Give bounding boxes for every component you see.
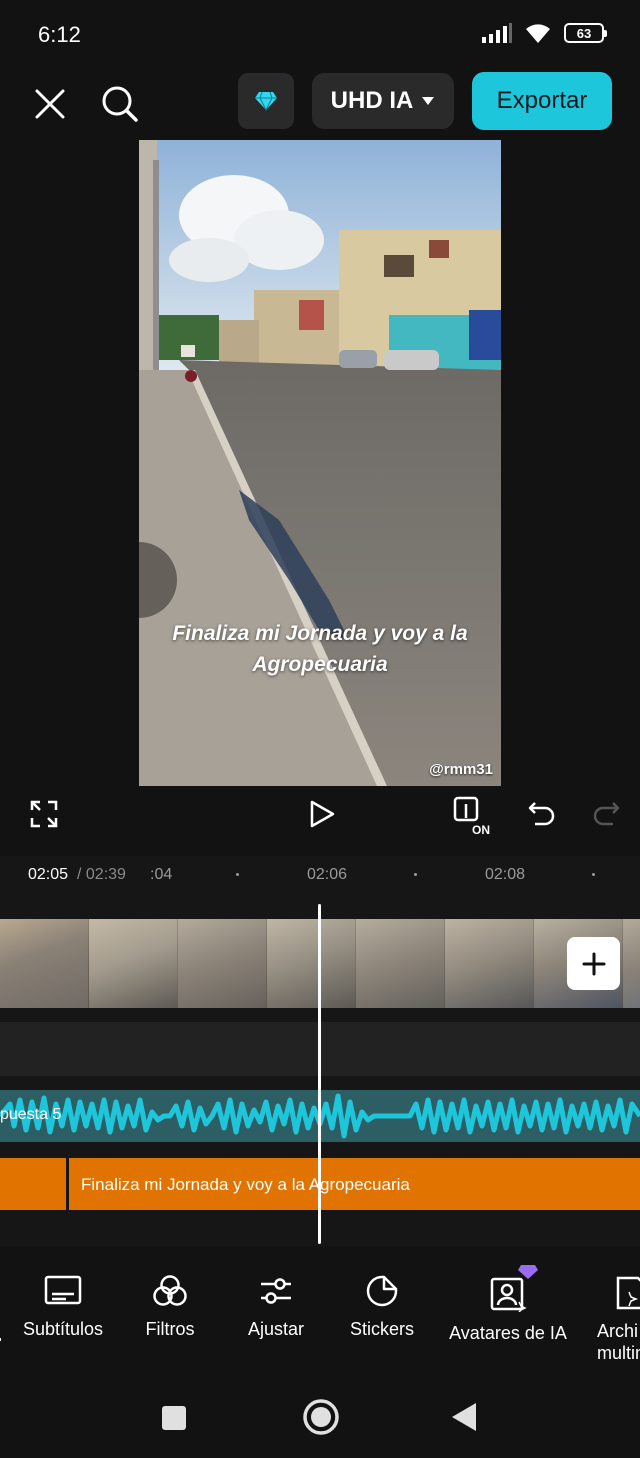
add-clip-button[interactable] [567, 937, 620, 990]
redo-icon [593, 802, 620, 826]
tool-label-line: Archi [597, 1321, 639, 1341]
tool-label: Subtítulos [22, 1319, 104, 1339]
tool-subtitles[interactable]: Subtítulos [18, 1274, 108, 1340]
total-time: / 02:39 [77, 866, 126, 883]
audio-clip-label: puesta 5 [0, 1106, 62, 1123]
tool-adjust[interactable]: Ajustar [240, 1274, 312, 1340]
current-time: 02:05 [28, 866, 69, 883]
clip-thumbnail [623, 919, 640, 1008]
quality-label: UHD IA [330, 87, 414, 114]
tool-filters[interactable]: Filtros [135, 1274, 205, 1340]
search-button[interactable] [98, 82, 142, 126]
watermark: @rmm31 [429, 761, 493, 778]
video-preview-area: Finaliza mi Jornada y voy a la Agropecua… [0, 140, 640, 786]
premium-badge-icon [518, 1265, 538, 1279]
street-scene-image [139, 140, 501, 786]
status-icons: 63 [482, 22, 607, 44]
tick-dot [592, 873, 595, 876]
system-nav-bar [0, 1372, 640, 1458]
time-ruler: 02:05 / 02:39 :04 02:06 02:08 [0, 856, 640, 894]
wifi-icon [526, 24, 550, 43]
recents-button[interactable] [158, 1402, 190, 1434]
status-time: 6:12 [38, 22, 81, 47]
clip-thumbnail [445, 919, 534, 1008]
play-button[interactable] [302, 794, 342, 834]
text-clip-label: Finaliza mi Jornada y voy a la Agropecua… [81, 1175, 410, 1194]
home-icon [303, 1399, 339, 1435]
text-clip[interactable] [0, 1158, 66, 1210]
fullscreen-button[interactable] [26, 796, 62, 832]
adjust-icon [261, 1278, 291, 1304]
recents-icon [162, 1406, 186, 1430]
filters-icon [153, 1275, 187, 1306]
tool-label: Filtros [145, 1319, 195, 1339]
tool-label: Stickers [349, 1319, 414, 1339]
svg-text:ON: ON [472, 823, 490, 836]
tool-ai-avatars[interactable]: Avatares de IA [443, 1265, 573, 1344]
quality-selector[interactable]: UHD IA [312, 73, 454, 129]
media-icon [616, 1276, 640, 1310]
export-button[interactable]: Exportar [472, 72, 612, 130]
video-caption: Finaliza mi Jornada y voy a la Agropecua… [172, 622, 468, 676]
tool-label: Archi multim [597, 1320, 640, 1364]
diamond-icon [255, 91, 277, 111]
clip-thumbnail [267, 919, 356, 1008]
playback-controls: ON [0, 786, 640, 856]
signal-icon [482, 23, 512, 43]
tool-label: Avatares de IA [449, 1323, 567, 1343]
time-tick: 02:06 [307, 866, 348, 883]
battery-level: 63 [576, 25, 592, 41]
time-tick: 02:08 [485, 866, 526, 883]
clip-thumbnail [356, 919, 445, 1008]
undo-icon [528, 802, 555, 826]
keyframe-toggle-button[interactable]: ON [450, 792, 494, 838]
battery-indicator: 63 [564, 23, 607, 43]
back-button[interactable] [448, 1400, 480, 1434]
text-clip[interactable]: Finaliza mi Jornada y voy a la Agropecua… [69, 1158, 640, 1210]
screen-on-icon: ON [453, 796, 490, 836]
plus-icon [582, 952, 605, 975]
tool-label-line: multim [597, 1343, 640, 1363]
play-icon [310, 800, 335, 828]
stickers-icon [366, 1275, 398, 1307]
tool-label: Ajustar [247, 1319, 305, 1339]
search-icon [102, 86, 138, 122]
time-tick: :04 [150, 866, 173, 883]
home-button[interactable] [300, 1396, 342, 1438]
close-icon [35, 89, 65, 119]
status-bar: 6:12 63 [0, 0, 640, 70]
back-icon [452, 1403, 476, 1431]
clip-thumbnail [0, 919, 89, 1008]
playhead[interactable] [318, 904, 321, 1244]
close-button[interactable] [28, 82, 72, 126]
caret-down-icon [422, 97, 435, 105]
editor-top-bar: UHD IA Exportar [0, 70, 640, 140]
partial-tool [0, 1274, 3, 1344]
tick-dot [414, 873, 417, 876]
tool-media[interactable]: Archi multim [596, 1274, 640, 1364]
clip-thumbnail [89, 919, 178, 1008]
fullscreen-icon [30, 800, 58, 828]
timeline[interactable]: 02:05 / 02:39 :04 02:06 02:08 puesta 5 F… [0, 856, 640, 1246]
redo-button[interactable] [588, 794, 624, 834]
tool-stickers[interactable]: Stickers [344, 1274, 420, 1340]
undo-button[interactable] [524, 794, 560, 834]
video-preview[interactable]: Finaliza mi Jornada y voy a la Agropecua… [139, 140, 501, 786]
bottom-toolbar: Subtítulos Filtros Ajustar Stickers Avat… [0, 1262, 640, 1372]
tick-dot [236, 873, 239, 876]
clip-thumbnail [178, 919, 267, 1008]
premium-button[interactable] [238, 73, 294, 129]
subtitles-icon [44, 1275, 82, 1305]
